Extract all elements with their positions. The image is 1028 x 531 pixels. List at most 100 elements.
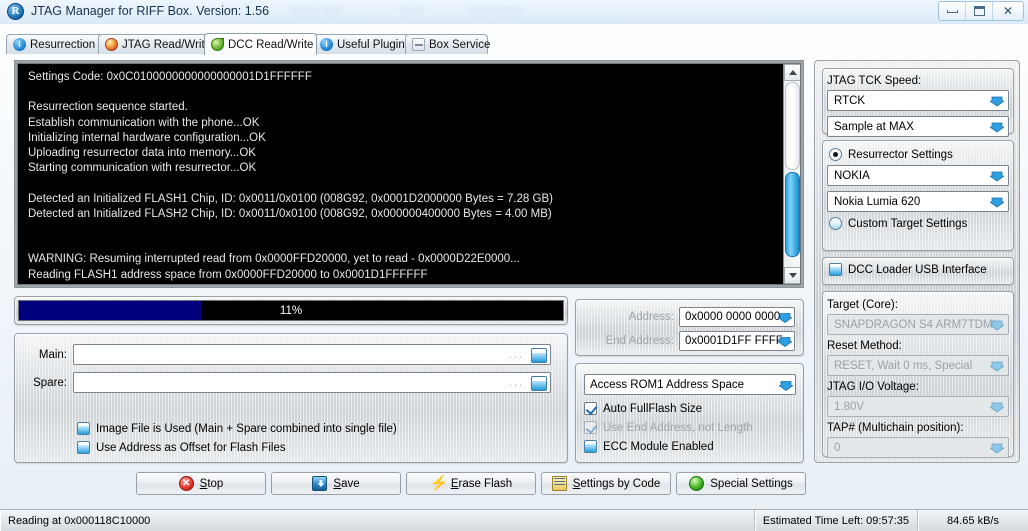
vendor-select[interactable]: NOKIA xyxy=(827,165,1009,186)
status-speed: 84.65 kB/s xyxy=(918,510,1028,531)
minimize-icon xyxy=(946,9,958,13)
stop-button[interactable]: ✕ Stop xyxy=(136,472,266,495)
reset-method-value: RESET, Wait 0 ms, Special xyxy=(834,359,973,372)
address-label: Address: xyxy=(628,311,674,323)
chevron-down-icon[interactable] xyxy=(990,318,1004,332)
main-file-label: Main: xyxy=(38,348,67,361)
chevron-down-icon[interactable] xyxy=(990,120,1004,134)
checkbox-icon xyxy=(584,421,597,434)
address-field[interactable]: 0x0000 0000 0000 xyxy=(679,307,795,327)
minimize-button[interactable] xyxy=(939,2,966,20)
code-icon xyxy=(551,476,567,491)
checkbox-icon[interactable] xyxy=(584,440,597,453)
chevron-down-icon[interactable] xyxy=(990,400,1004,414)
vendor-value: NOKIA xyxy=(834,169,870,182)
target-core-value: SNAPDRAGON S4 ARM7TDMI xyxy=(834,318,996,331)
reset-method-select[interactable]: RESET, Wait 0 ms, Special xyxy=(827,355,1009,376)
tap-position-select[interactable]: 0 xyxy=(827,437,1009,458)
tab-label: Box Service xyxy=(429,38,491,51)
chevron-down-icon[interactable] xyxy=(778,335,792,348)
tab-label: DCC Read/Write xyxy=(228,38,314,51)
browse-file-icon[interactable] xyxy=(531,348,547,363)
special-settings-button-label: Special Settings xyxy=(710,477,793,490)
erase-flash-button[interactable]: ⚡ Erase Flash xyxy=(406,472,536,495)
checkbox-use-end-address-not-length: Use End Address, not Length xyxy=(584,421,753,434)
checkbox-label: ECC Module Enabled xyxy=(603,440,714,453)
scroll-down-button[interactable] xyxy=(784,267,800,284)
window-title: JTAG Manager for RIFF Box. Version: 1.56 xyxy=(31,4,270,18)
tab-box-service[interactable]: Box Service xyxy=(405,34,491,54)
end-address-row: End Address: 0x0001D1FF FFFF xyxy=(606,331,795,351)
radio-custom-target-settings[interactable]: Custom Target Settings xyxy=(829,217,1013,230)
target-core-select[interactable]: SNAPDRAGON S4 ARM7TDMI xyxy=(827,314,1009,335)
checkbox-dcc-loader-usb-interface[interactable]: DCC Loader USB Interface xyxy=(829,263,1013,276)
status-bar: Reading at 0x000118C10000 Estimated Time… xyxy=(0,509,1028,531)
model-select[interactable]: Nokia Lumia 620 xyxy=(827,191,1009,212)
end-address-field[interactable]: 0x0001D1FF FFFF xyxy=(679,331,795,351)
checkbox-auto-fullflash-size[interactable]: Auto FullFlash Size xyxy=(584,402,702,415)
green-ball-icon xyxy=(689,476,705,491)
chevron-down-icon[interactable] xyxy=(990,169,1004,183)
checkbox-use-address-as-offset[interactable]: Use Address as Offset for Flash Files xyxy=(77,441,286,454)
checkbox-icon[interactable] xyxy=(584,402,597,415)
progress-panel: 11% xyxy=(14,296,568,325)
scrollbar-track[interactable] xyxy=(785,82,800,170)
access-space-select[interactable]: Access ROM1 Address Space xyxy=(584,374,796,395)
scroll-up-button[interactable] xyxy=(784,64,800,81)
action-button-row: ✕ Stop Save ⚡ Erase Flash Settings by Co… xyxy=(136,472,806,495)
special-settings-button[interactable]: Special Settings xyxy=(676,472,806,495)
checkbox-label: Auto FullFlash Size xyxy=(603,402,703,415)
tab-useful-plugins[interactable]: i Useful Plugins xyxy=(313,34,411,54)
tck-speed-select[interactable]: RTCK xyxy=(827,90,1009,111)
info-icon: i xyxy=(13,38,26,51)
radio-icon[interactable] xyxy=(829,217,842,230)
stop-icon: ✕ xyxy=(178,476,194,491)
tab-label: Useful Plugins xyxy=(337,38,411,51)
checkbox-icon[interactable] xyxy=(829,263,842,276)
save-button[interactable]: Save xyxy=(271,472,401,495)
settings-by-code-button[interactable]: Settings by Code xyxy=(541,472,671,495)
chevron-down-icon[interactable] xyxy=(779,378,793,391)
resurrector-settings-group: Resurrector Settings NOKIA Nokia Lumia 6… xyxy=(822,140,1014,251)
tab-resurrection[interactable]: i Resurrection xyxy=(6,34,104,54)
chevron-down-icon[interactable] xyxy=(778,311,792,324)
log-console-frame: Settings Code: 0x0C0100000000000000001D1… xyxy=(14,60,804,288)
bolt-icon: ⚡ xyxy=(429,475,449,492)
browse-file-icon[interactable] xyxy=(531,376,547,391)
settings-by-code-button-label-rest: ettings by Code xyxy=(580,477,661,490)
window-controls: ✕ xyxy=(938,1,1024,21)
close-button[interactable]: ✕ xyxy=(993,2,1023,20)
target-core-group: Target (Core): SNAPDRAGON S4 ARM7TDMI Re… xyxy=(822,291,1014,458)
log-scrollbar[interactable] xyxy=(783,64,800,284)
scrollbar-thumb[interactable] xyxy=(785,172,800,257)
scroll-up-icon xyxy=(788,70,797,75)
jtag-voltage-label: JTAG I/O Voltage: xyxy=(827,381,919,393)
spare-file-dots: ... xyxy=(508,377,524,389)
chevron-down-icon[interactable] xyxy=(990,359,1004,373)
title-bar: R JTAG Manager for RIFF Box. Version: 1.… xyxy=(0,0,1028,24)
checkbox-ecc-module-enabled[interactable]: ECC Module Enabled xyxy=(584,440,714,453)
jtag-voltage-select[interactable]: 1.80V xyxy=(827,396,1009,417)
maximize-button[interactable] xyxy=(966,2,993,20)
tab-jtag-read-write[interactable]: JTAG Read/Write xyxy=(98,34,211,54)
radio-icon[interactable] xyxy=(829,148,842,161)
checkbox-image-file-is-used[interactable]: Image File is Used (Main + Spare combine… xyxy=(77,422,397,435)
checkbox-label: Use End Address, not Length xyxy=(603,421,753,434)
tck-speed-label: JTAG TCK Speed: xyxy=(827,75,922,87)
main-file-input[interactable]: ... xyxy=(73,344,551,365)
tap-position-label: TAP# (Multichain position): xyxy=(827,422,964,434)
tab-dcc-read-write[interactable]: DCC Read/Write xyxy=(204,33,317,55)
chevron-down-icon[interactable] xyxy=(990,195,1004,209)
jtag-voltage-value: 1.80V xyxy=(834,400,865,413)
chevron-down-icon[interactable] xyxy=(990,94,1004,108)
checkbox-icon[interactable] xyxy=(77,422,90,435)
chevron-down-icon[interactable] xyxy=(990,441,1004,455)
checkbox-icon[interactable] xyxy=(77,441,90,454)
log-console[interactable]: Settings Code: 0x0C0100000000000000001D1… xyxy=(17,63,801,285)
maximize-icon xyxy=(973,6,985,16)
tck-speed-value: RTCK xyxy=(834,94,866,107)
radio-resurrector-settings[interactable]: Resurrector Settings xyxy=(829,148,1013,161)
tck-sample-select[interactable]: Sample at MAX xyxy=(827,116,1009,137)
spare-file-input[interactable]: ... xyxy=(73,372,551,393)
checkbox-label: DCC Loader USB Interface xyxy=(848,263,987,276)
